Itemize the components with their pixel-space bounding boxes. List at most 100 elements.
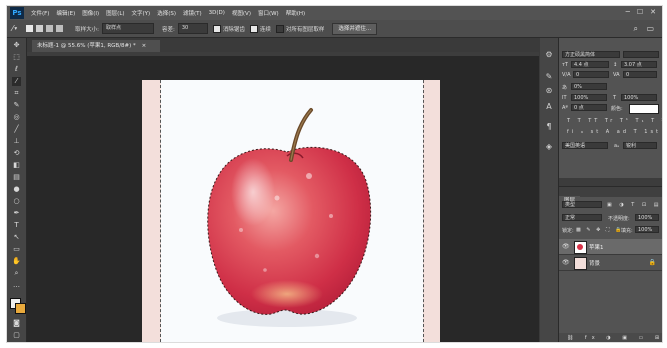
- screen-mode-icon[interactable]: ▢: [12, 331, 21, 340]
- document-tab[interactable]: 未标题-1 @ 55.6% (苹果1, RGB/8#) * ×: [32, 40, 160, 52]
- more-tools-icon[interactable]: …: [12, 281, 21, 290]
- subtract-selection-icon[interactable]: [46, 25, 54, 32]
- contiguous-checkbox[interactable]: [249, 24, 258, 33]
- workspace-icon[interactable]: ▭: [646, 24, 654, 33]
- adjustments-icon[interactable]: ⚙: [544, 50, 554, 60]
- properties-icon[interactable]: ◈: [544, 142, 554, 152]
- maximize-icon[interactable]: ☐: [637, 8, 643, 16]
- clone-source-icon[interactable]: ⊛: [544, 86, 554, 96]
- apple-shadow: [217, 309, 357, 327]
- marquee-tool-icon[interactable]: ⬚: [12, 53, 21, 62]
- layers-footer-icons[interactable]: ⛓ fx ◑ ▣ ▭ ⊞ 🗑: [567, 335, 662, 341]
- layers-footer: ⛓ fx ◑ ▣ ▭ ⊞ 🗑: [559, 333, 662, 342]
- leading-input[interactable]: 3.07 点: [621, 61, 657, 68]
- menu-layer[interactable]: 图层(L): [106, 9, 124, 17]
- background-color-swatch[interactable]: [15, 303, 26, 314]
- lock-icons[interactable]: ▩ ✎ ✥ ⛶ 🔒: [576, 227, 623, 233]
- dodge-tool-icon[interactable]: ○: [12, 197, 21, 206]
- magic-wand-icon[interactable]: ⁄: [12, 77, 21, 86]
- panel-icon-column: ⚙ ✎ ⊛ A ¶ ◈: [540, 38, 559, 342]
- font-family-select[interactable]: 方正硕黑简体: [562, 51, 620, 58]
- menu-filter[interactable]: 滤镜(T): [183, 9, 202, 17]
- text-color-swatch[interactable]: [629, 104, 659, 114]
- kerning-icon: V/A: [562, 72, 571, 78]
- character-icon[interactable]: A: [544, 102, 554, 112]
- intersect-selection-icon[interactable]: [56, 25, 64, 32]
- hand-tool-icon[interactable]: ✋: [12, 257, 21, 266]
- kerning-input[interactable]: 0: [573, 71, 609, 78]
- language-select[interactable]: 美国英语: [562, 142, 608, 149]
- layer-row[interactable]: 👁 背景 🔒: [559, 255, 662, 271]
- lasso-tool-icon[interactable]: ℓ: [12, 65, 21, 74]
- menu-type[interactable]: 文字(Y): [132, 9, 151, 17]
- baseline-input[interactable]: 0 点: [571, 104, 607, 111]
- type-style-buttons[interactable]: T T TT Tr T¹ T₁ T T̶: [567, 118, 662, 124]
- layer-filter-select[interactable]: 类型: [562, 201, 602, 208]
- path-selection-icon[interactable]: ↖: [12, 233, 21, 242]
- brush-settings-icon[interactable]: ✎: [544, 72, 554, 82]
- crop-tool-icon[interactable]: ⌗: [12, 89, 21, 98]
- close-icon[interactable]: ✕: [650, 8, 656, 16]
- fill-input[interactable]: 100%: [635, 226, 659, 233]
- brush-tool-icon[interactable]: ╱: [12, 125, 21, 134]
- menu-file[interactable]: 文件(F): [31, 9, 49, 17]
- healing-brush-icon[interactable]: ◎: [12, 113, 21, 122]
- menu-select[interactable]: 选择(S): [157, 9, 176, 17]
- sample-size-label: 取样大小:: [75, 26, 99, 33]
- tolerance-input[interactable]: 30: [177, 23, 208, 34]
- menu-view[interactable]: 视图(V): [232, 9, 251, 17]
- antialias-select[interactable]: 锐利: [623, 142, 657, 149]
- opentype-buttons[interactable]: fi ℴ st A ad T 1st ½: [567, 129, 662, 135]
- quick-mask-icon[interactable]: ◙: [12, 319, 21, 328]
- antialias-checkbox[interactable]: [212, 24, 221, 33]
- sample-size-select[interactable]: 取样点: [101, 23, 154, 34]
- chevron-down-icon[interactable]: ▾: [14, 26, 17, 32]
- contiguous-label: 连续: [259, 26, 271, 33]
- pen-tool-icon[interactable]: ✒: [12, 209, 21, 218]
- add-selection-icon[interactable]: [36, 25, 44, 32]
- menu-help[interactable]: 帮助(H): [286, 9, 305, 17]
- menu-window[interactable]: 窗口(W): [258, 9, 279, 17]
- eyedropper-tool-icon[interactable]: ✎: [12, 101, 21, 110]
- tracking-input[interactable]: 0: [623, 71, 657, 78]
- magic-wand-tool-icon[interactable]: ⁄: [12, 24, 13, 33]
- visibility-eye-icon[interactable]: 👁: [562, 243, 570, 250]
- menu-image[interactable]: 图像(I): [82, 9, 99, 17]
- blur-tool-icon[interactable]: ●: [12, 185, 21, 194]
- tab-close-icon[interactable]: ×: [142, 43, 147, 49]
- apple-bottom-glow: [251, 280, 323, 308]
- zoom-tool-icon[interactable]: ⌕: [12, 269, 21, 278]
- search-icon[interactable]: ⌕: [634, 24, 638, 34]
- layer-row[interactable]: 👁 苹果1: [559, 239, 662, 255]
- select-and-mask-button[interactable]: 选择并遮住...: [332, 22, 378, 35]
- water-drop: [314, 253, 320, 259]
- history-brush-icon[interactable]: ⟲: [12, 149, 21, 158]
- sample-all-checkbox[interactable]: [275, 24, 284, 33]
- font-size-input[interactable]: 4.4 点: [571, 61, 609, 68]
- layer-filter-icons[interactable]: ▣ ◑ T ⊡ ▤: [607, 202, 661, 208]
- new-selection-icon[interactable]: [26, 25, 34, 32]
- canvas[interactable]: [142, 80, 440, 342]
- minimize-icon[interactable]: ─: [626, 8, 630, 16]
- clone-stamp-icon[interactable]: ⊥: [12, 137, 21, 146]
- font-style-select[interactable]: [623, 51, 659, 58]
- menu-edit[interactable]: 编辑(E): [56, 9, 75, 17]
- rectangle-tool-icon[interactable]: ▭: [12, 245, 21, 254]
- move-tool-icon[interactable]: ✥: [12, 41, 21, 50]
- type-tool-icon[interactable]: T: [12, 221, 21, 230]
- gradient-tool-icon[interactable]: ▤: [12, 173, 21, 182]
- tsume-input[interactable]: 0%: [571, 83, 607, 90]
- tracking-icon: VA: [613, 72, 620, 78]
- sample-all-label: 对所有图层取样: [285, 26, 325, 33]
- eraser-tool-icon[interactable]: ◧: [12, 161, 21, 170]
- character-panel: 方正硕黑简体 тT 4.4 点 ↕ 3.07 点 V/A 0 VA 0 あ 0%…: [559, 38, 662, 178]
- visibility-eye-icon[interactable]: 👁: [562, 259, 570, 266]
- color-label: 颜色:: [611, 106, 623, 112]
- blend-mode-select[interactable]: 正常: [562, 214, 602, 221]
- opacity-input[interactable]: 100%: [635, 214, 659, 221]
- lock-icon: 🔒: [648, 259, 656, 266]
- vscale-input[interactable]: 100%: [571, 94, 607, 101]
- menu-3d[interactable]: 3D(D): [209, 10, 225, 16]
- hscale-input[interactable]: 100%: [621, 94, 657, 101]
- paragraph-icon[interactable]: ¶: [544, 122, 554, 132]
